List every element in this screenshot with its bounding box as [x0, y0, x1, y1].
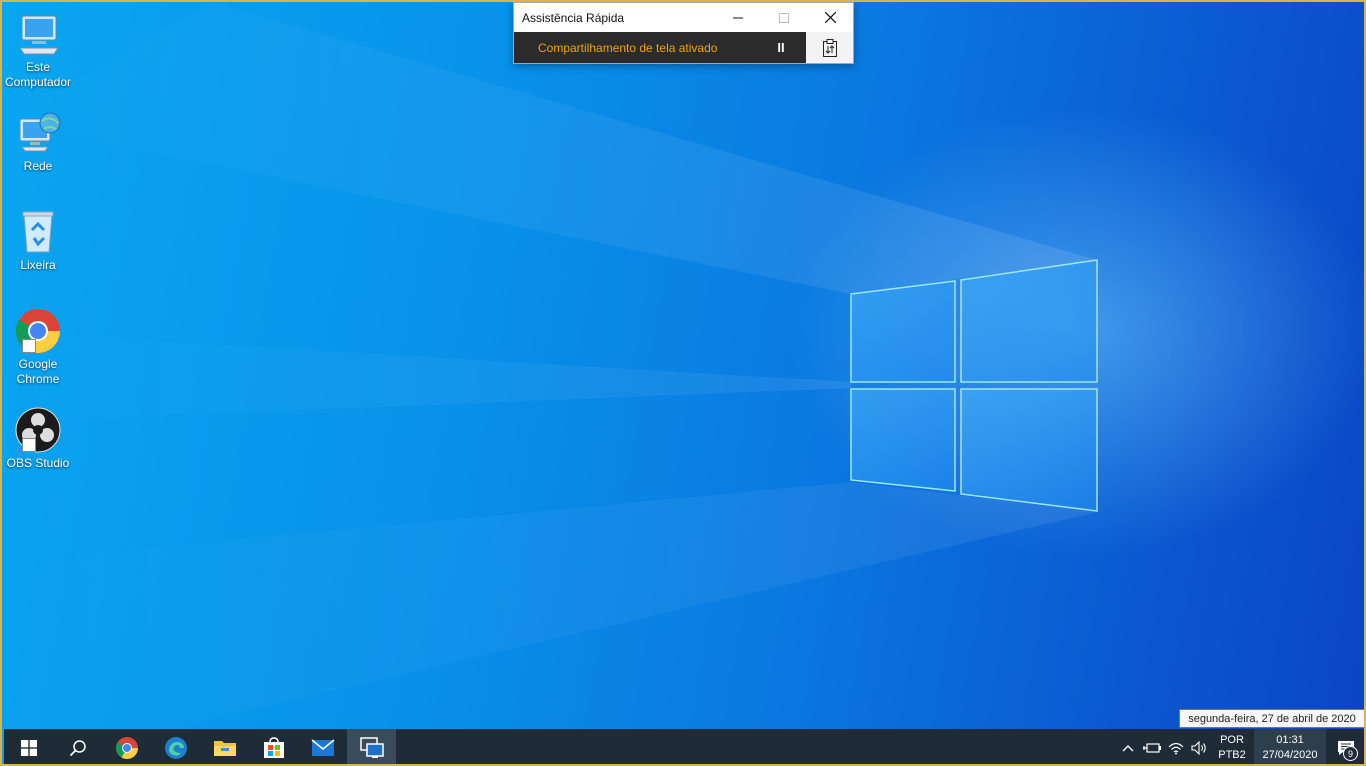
- desktop-screen: Este Computador Rede Lixeira Google Chro…: [0, 0, 1366, 766]
- clock-button[interactable]: 01:31 27/04/2020: [1254, 729, 1326, 764]
- desktop-icon-label: OBS Studio: [6, 456, 70, 470]
- desktop-icon-label: Este Computador: [4, 60, 72, 89]
- chrome-icon: [14, 307, 62, 355]
- sharing-status-text: Compartilhamento de tela ativado: [538, 40, 718, 55]
- date-tooltip: segunda-feira, 27 de abril de 2020: [1179, 709, 1364, 728]
- tray-wifi-button[interactable]: [1164, 729, 1188, 764]
- quick-assist-icon: [359, 736, 384, 758]
- desktop-icon-this-pc[interactable]: Este Computador: [4, 10, 72, 90]
- taskbar: POR PTB2 01:31 27/04/2020 9: [4, 729, 1364, 764]
- window-title: Assistência Rápida: [522, 10, 625, 25]
- computer-icon: [14, 10, 62, 58]
- maximize-icon: [779, 12, 789, 23]
- wifi-icon: [1168, 742, 1184, 754]
- quick-assist-window[interactable]: Assistência Rápida Compartilhamento de t…: [513, 2, 854, 64]
- obs-icon: [14, 406, 62, 454]
- close-button[interactable]: [807, 3, 853, 32]
- start-icon: [20, 739, 37, 756]
- start-button[interactable]: [4, 729, 53, 764]
- maximize-button[interactable]: [761, 3, 807, 32]
- tray-power-button[interactable]: [1140, 729, 1164, 764]
- taskbar-edge-button[interactable]: [151, 729, 200, 764]
- desktop-icon-network[interactable]: Rede: [4, 109, 72, 174]
- taskbar-file-explorer-button[interactable]: [200, 729, 249, 764]
- desktop-icon-label: Lixeira: [20, 258, 56, 272]
- chrome-icon: [115, 736, 138, 759]
- desktop-icon-google-chrome[interactable]: Google Chrome: [4, 307, 72, 387]
- shortcut-arrow-icon: [22, 438, 36, 452]
- sharing-status-area: Compartilhamento de tela ativado II: [514, 32, 806, 63]
- taskbar-store-button[interactable]: [249, 729, 298, 764]
- minimize-icon: [733, 17, 743, 18]
- notification-count-badge: 9: [1343, 746, 1358, 761]
- taskbar-quick-assist-button[interactable]: [347, 729, 396, 764]
- speaker-icon: [1191, 740, 1206, 755]
- edge-icon: [164, 736, 187, 759]
- pause-sharing-button[interactable]: II: [756, 32, 806, 63]
- recycle-bin-icon: [14, 208, 62, 256]
- taskbar-mail-button[interactable]: [298, 729, 347, 764]
- windows-logo-wallpaper-art: [2, 2, 1098, 764]
- chevron-up-icon: [1122, 744, 1134, 751]
- clipboard-sync-button[interactable]: [806, 32, 853, 63]
- show-hidden-icons-button[interactable]: [1116, 729, 1140, 764]
- language-code: POR: [1220, 733, 1244, 746]
- minimize-button[interactable]: [715, 3, 761, 32]
- mail-icon: [311, 738, 334, 756]
- network-icon: [14, 109, 62, 157]
- desktop-icon-obs-studio[interactable]: OBS Studio: [4, 406, 72, 471]
- store-icon: [263, 736, 284, 758]
- close-icon: [824, 12, 836, 23]
- desktop-icon-label: Google Chrome: [16, 357, 60, 386]
- keyboard-layout-code: PTB2: [1218, 748, 1246, 761]
- shortcut-arrow-icon: [22, 339, 36, 353]
- clock-time: 01:31: [1276, 733, 1304, 746]
- quick-assist-sharing-bar: Compartilhamento de tela ativado II: [514, 32, 853, 63]
- file-explorer-icon: [213, 740, 236, 756]
- clipboard-icon: [822, 38, 837, 57]
- quick-assist-titlebar[interactable]: Assistência Rápida: [514, 3, 853, 32]
- desktop-icon-recycle-bin[interactable]: Lixeira: [4, 208, 72, 273]
- battery-plug-icon: [1143, 742, 1161, 753]
- tray-volume-button[interactable]: [1188, 729, 1212, 764]
- desktop-icon-label: Rede: [23, 159, 53, 173]
- action-center-button[interactable]: 9: [1326, 729, 1364, 764]
- search-button[interactable]: [53, 729, 102, 764]
- search-icon: [69, 739, 86, 756]
- taskbar-chrome-button[interactable]: [102, 729, 151, 764]
- input-language-button[interactable]: POR PTB2: [1214, 733, 1250, 763]
- clock-date: 27/04/2020: [1262, 748, 1318, 761]
- system-tray: POR PTB2 01:31 27/04/2020 9: [1116, 729, 1364, 764]
